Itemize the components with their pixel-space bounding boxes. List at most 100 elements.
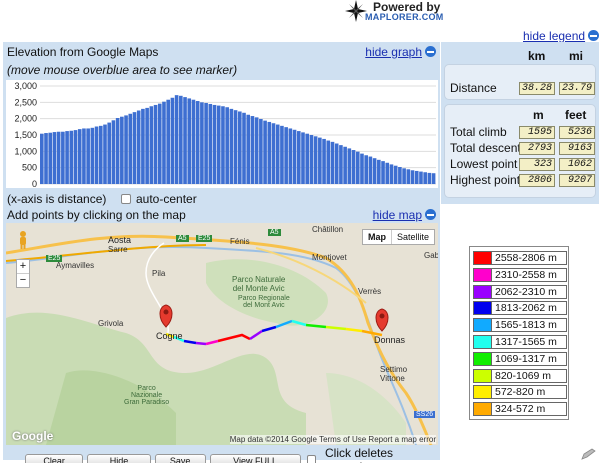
elevation-bar[interactable] xyxy=(355,151,360,184)
pencil-icon[interactable] xyxy=(580,448,596,460)
elevation-bar[interactable] xyxy=(410,170,415,184)
elevation-bar[interactable] xyxy=(326,140,331,184)
elevation-bar[interactable] xyxy=(267,121,272,184)
elevation-bar[interactable] xyxy=(330,141,335,184)
elevation-bar[interactable] xyxy=(225,107,229,184)
clear-points-button[interactable]: Clear points xyxy=(25,453,84,463)
elevation-bar[interactable] xyxy=(195,101,200,184)
elevation-bar[interactable] xyxy=(343,146,347,184)
click-deletes-checkbox[interactable] xyxy=(306,455,316,463)
elevation-bar[interactable] xyxy=(65,131,69,184)
elevation-bar[interactable] xyxy=(162,101,166,184)
hide-markers-button[interactable]: Hide markers xyxy=(87,453,151,463)
elevation-bar[interactable] xyxy=(301,132,305,184)
elevation-bar[interactable] xyxy=(431,173,436,184)
elevation-bar[interactable] xyxy=(351,150,356,184)
elevation-bar[interactable] xyxy=(322,138,326,184)
elevation-bar[interactable] xyxy=(136,110,141,185)
elevation-bar[interactable] xyxy=(305,133,310,184)
elevation-bar[interactable] xyxy=(393,165,398,184)
hide-graph-link[interactable]: hide graph xyxy=(365,45,436,59)
elevation-bar[interactable] xyxy=(115,118,120,184)
elevation-bar[interactable] xyxy=(318,137,322,184)
elevation-bar[interactable] xyxy=(52,132,57,184)
elevation-bar[interactable] xyxy=(259,118,263,184)
elevation-bar[interactable] xyxy=(280,125,284,184)
elevation-bar[interactable] xyxy=(145,107,149,184)
elevation-bar[interactable] xyxy=(40,133,44,184)
elevation-bar[interactable] xyxy=(187,98,192,184)
elevation-chart-svg[interactable]: 3,000 2,500 2,000 1,500 1,000 500 0 xyxy=(6,80,438,189)
elevation-bar[interactable] xyxy=(56,131,61,184)
elevation-bar[interactable] xyxy=(179,95,183,184)
elevation-bar[interactable] xyxy=(69,130,74,184)
elevation-bar[interactable] xyxy=(94,126,99,184)
elevation-bar[interactable] xyxy=(250,116,255,184)
elevation-bar[interactable] xyxy=(90,127,95,184)
elevation-bar[interactable] xyxy=(238,111,242,184)
elevation-bar[interactable] xyxy=(229,108,234,184)
elevation-bar[interactable] xyxy=(132,112,137,184)
elevation-bar[interactable] xyxy=(153,104,158,184)
auto-center-toggle[interactable]: auto-center xyxy=(121,192,197,206)
elevation-bar[interactable] xyxy=(360,153,364,184)
hide-legend-link[interactable]: hide legend xyxy=(523,29,600,43)
elevation-bar[interactable] xyxy=(221,106,225,184)
elevation-chart[interactable]: 3,000 2,500 2,000 1,500 1,000 500 0 xyxy=(6,80,438,189)
elevation-bar[interactable] xyxy=(86,128,90,184)
maplorer-logo[interactable]: Powered by MAPLORER.COM xyxy=(345,0,455,24)
elevation-bar[interactable] xyxy=(242,112,246,184)
elevation-bar[interactable] xyxy=(284,127,288,184)
elevation-bar[interactable] xyxy=(377,159,381,184)
elevation-bar[interactable] xyxy=(44,133,48,184)
route-map[interactable]: Aosta Sarre Fénis Châtillon Montjovet Ay… xyxy=(6,223,438,445)
elevation-bar[interactable] xyxy=(77,129,82,184)
elevation-bar[interactable] xyxy=(385,162,390,184)
elevation-bar[interactable] xyxy=(288,128,293,184)
map-canvas[interactable] xyxy=(6,223,438,445)
elevation-bar[interactable] xyxy=(174,95,179,184)
save-gpx-button[interactable]: Save .gpx xyxy=(154,453,206,463)
elevation-bar[interactable] xyxy=(368,156,373,184)
elevation-bar[interactable] xyxy=(389,164,394,184)
zoom-in-button[interactable]: + xyxy=(17,260,29,273)
elevation-bar[interactable] xyxy=(141,108,145,184)
elevation-bar[interactable] xyxy=(254,117,259,184)
elevation-bar[interactable] xyxy=(372,158,377,184)
elevation-bar[interactable] xyxy=(271,123,276,184)
elevation-bar[interactable] xyxy=(263,120,267,184)
map-attribution[interactable]: Map data ©2014 Google Terms of Use Repor… xyxy=(229,435,436,444)
elevation-bar[interactable] xyxy=(200,102,204,184)
hide-map-link[interactable]: hide map xyxy=(373,208,436,222)
elevation-bar[interactable] xyxy=(149,106,154,184)
elevation-bar[interactable] xyxy=(364,155,368,184)
elevation-bar[interactable] xyxy=(275,124,280,184)
elevation-bar[interactable] xyxy=(347,148,352,184)
elevation-bar[interactable] xyxy=(191,99,196,184)
elevation-bar[interactable] xyxy=(204,102,208,184)
elevation-bar[interactable] xyxy=(292,129,297,184)
elevation-bar[interactable] xyxy=(423,172,427,184)
elevation-bar[interactable] xyxy=(381,161,385,184)
elevation-bar[interactable] xyxy=(82,128,86,184)
map-type-map-button[interactable]: Map xyxy=(363,230,392,244)
elevation-bar[interactable] xyxy=(107,122,112,184)
zoom-control[interactable]: + − xyxy=(16,259,30,288)
elevation-bar[interactable] xyxy=(296,131,301,184)
elevation-bar[interactable] xyxy=(402,168,406,184)
pegman-icon[interactable] xyxy=(18,231,28,249)
elevation-bar[interactable] xyxy=(233,110,238,184)
elevation-bar[interactable] xyxy=(208,103,213,184)
elevation-bar[interactable] xyxy=(111,120,116,184)
elevation-bar[interactable] xyxy=(313,136,318,184)
map-type-control[interactable]: Map Satellite xyxy=(361,229,435,245)
elevation-bar[interactable] xyxy=(98,125,103,184)
elevation-bar[interactable] xyxy=(166,99,170,184)
elevation-bar[interactable] xyxy=(216,105,221,184)
zoom-out-button[interactable]: − xyxy=(17,273,29,287)
elevation-bar[interactable] xyxy=(103,124,107,184)
view-full-screen-button[interactable]: View FULL SCREEN xyxy=(209,453,301,463)
auto-center-checkbox[interactable] xyxy=(121,194,131,204)
elevation-bar[interactable] xyxy=(427,172,432,184)
elevation-bar[interactable] xyxy=(73,130,78,184)
